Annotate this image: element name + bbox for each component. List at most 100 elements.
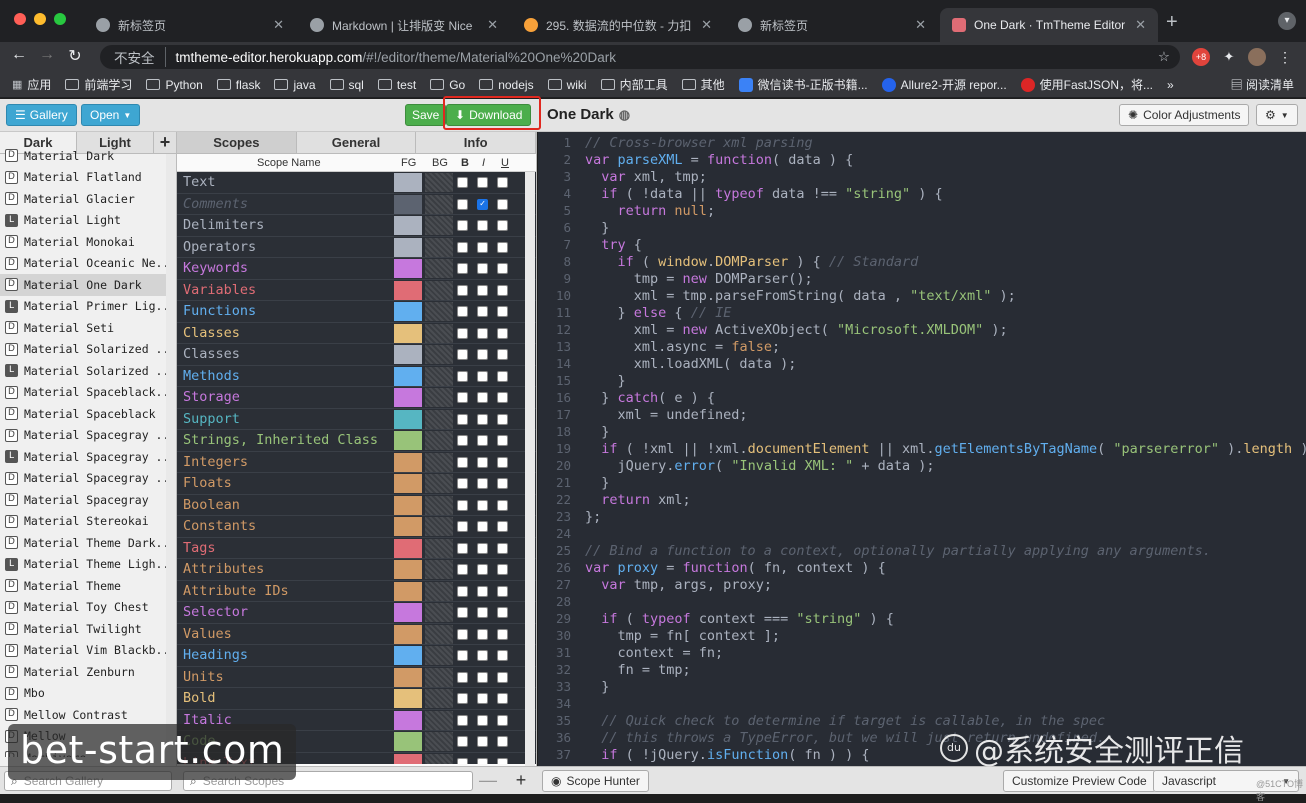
bookmark-folder[interactable]: Python — [146, 78, 203, 92]
fg-color-swatch[interactable] — [394, 345, 422, 364]
scope-name[interactable]: Functions — [183, 303, 256, 319]
underline-checkbox[interactable] — [497, 650, 508, 661]
bg-color-swatch[interactable] — [425, 280, 453, 300]
fg-color-swatch[interactable] — [394, 431, 422, 450]
underline-checkbox[interactable] — [497, 198, 508, 210]
tab-search-icon[interactable]: ▾ — [1278, 12, 1296, 30]
scope-row[interactable]: Methods — [177, 365, 536, 387]
gallery-item[interactable]: L Material Theme Ligh... — [0, 554, 176, 576]
bookmark-folder[interactable]: wiki — [547, 78, 587, 92]
gallery-item[interactable]: D Material Spaceblack — [0, 403, 176, 425]
bold-checkbox[interactable] — [457, 198, 468, 210]
scope-row[interactable]: Floats — [177, 473, 536, 495]
scope-name[interactable]: Values — [183, 626, 232, 642]
scope-row[interactable]: Units — [177, 666, 536, 688]
fg-color-swatch[interactable] — [394, 624, 422, 644]
fg-color-swatch[interactable] — [394, 603, 422, 622]
bookmark-folder[interactable]: java — [274, 78, 316, 92]
bookmark-apps[interactable]: ▦ 应用 — [12, 76, 51, 93]
bg-color-swatch[interactable] — [425, 710, 453, 730]
scope-row[interactable]: Tags — [177, 537, 536, 559]
italic-checkbox[interactable] — [477, 542, 488, 554]
gallery-item[interactable]: L Material Spacegray ... — [0, 446, 176, 468]
fg-color-swatch[interactable] — [394, 667, 422, 687]
scope-row[interactable]: Attributes — [177, 559, 536, 581]
close-tab-icon[interactable]: ✕ — [487, 17, 498, 33]
gallery-item[interactable]: D Material Solarized ... — [0, 339, 176, 361]
gallery-item[interactable]: D Material Monokai — [0, 231, 176, 253]
tab-scopes[interactable]: Scopes — [177, 132, 297, 153]
gallery-item[interactable]: D Material Spacegray — [0, 489, 176, 511]
bookmark-link[interactable]: 使用FastJSON，将... — [1020, 76, 1153, 93]
url-field[interactable]: 不安全 tmtheme-editor.herokuapp.com /#!/edi… — [100, 45, 1180, 69]
bg-color-swatch[interactable] — [425, 323, 453, 343]
italic-checkbox[interactable] — [477, 177, 488, 188]
scope-name[interactable]: Classes — [183, 325, 240, 341]
italic-checkbox[interactable] — [477, 607, 488, 618]
underline-checkbox[interactable] — [497, 714, 508, 726]
bg-color-swatch[interactable] — [425, 237, 453, 257]
scope-row[interactable]: Keywords — [177, 258, 536, 280]
scope-name[interactable]: Methods — [183, 368, 240, 384]
scope-row[interactable]: Comments ✓ — [177, 193, 536, 215]
bookmark-folder[interactable]: test — [377, 78, 416, 92]
fg-color-swatch[interactable] — [394, 689, 422, 708]
gallery-button[interactable]: ☰ Gallery — [6, 104, 77, 126]
bold-checkbox[interactable] — [457, 413, 468, 425]
italic-checkbox[interactable] — [477, 435, 488, 446]
scope-row[interactable]: Functions — [177, 301, 536, 323]
fg-color-swatch[interactable] — [394, 732, 422, 751]
underline-checkbox[interactable] — [497, 499, 508, 511]
bold-checkbox[interactable] — [457, 499, 468, 511]
bold-checkbox[interactable] — [457, 263, 468, 274]
bg-color-swatch[interactable] — [425, 560, 453, 579]
bold-checkbox[interactable] — [457, 628, 468, 640]
underline-checkbox[interactable] — [497, 263, 508, 274]
scope-name[interactable]: Comments — [183, 196, 248, 212]
underline-checkbox[interactable] — [497, 284, 508, 296]
italic-checkbox[interactable] — [477, 521, 488, 532]
gallery-item[interactable]: D Mellow Contrast — [0, 704, 176, 726]
gallery-item[interactable]: D Material Flatland — [0, 167, 176, 189]
bg-color-swatch[interactable] — [425, 388, 453, 407]
italic-checkbox[interactable] — [477, 327, 488, 339]
tab-general[interactable]: General — [297, 132, 417, 153]
scope-row[interactable]: Classes — [177, 322, 536, 344]
scope-name[interactable]: Text — [183, 174, 216, 190]
italic-checkbox[interactable] — [477, 478, 488, 489]
add-scope-button[interactable]: + — [510, 771, 532, 791]
bookmark-link[interactable]: Allure2-开源 repor... — [881, 76, 1007, 93]
bookmark-folder[interactable]: 内部工具 — [600, 76, 668, 93]
scope-row[interactable]: Headings — [177, 645, 536, 667]
bold-checkbox[interactable] — [457, 714, 468, 726]
underline-checkbox[interactable] — [497, 392, 508, 403]
browser-tab-active[interactable]: One Dark · TmTheme Editor ✕ — [940, 8, 1158, 42]
underline-checkbox[interactable] — [497, 327, 508, 339]
bg-color-swatch[interactable] — [425, 646, 453, 665]
scope-row[interactable]: Delimiters — [177, 215, 536, 237]
underline-checkbox[interactable] — [497, 628, 508, 640]
bold-checkbox[interactable] — [457, 177, 468, 188]
underline-checkbox[interactable] — [497, 521, 508, 532]
scope-name[interactable]: Classes — [183, 346, 240, 362]
fg-color-swatch[interactable] — [394, 409, 422, 429]
scope-name[interactable]: Headings — [183, 647, 248, 663]
gallery-item[interactable]: D Material Spacegray ... — [0, 425, 176, 447]
bold-checkbox[interactable] — [457, 585, 468, 597]
fg-color-swatch[interactable] — [394, 388, 422, 407]
italic-checkbox[interactable] — [477, 241, 488, 253]
scope-row[interactable]: Bold — [177, 688, 536, 710]
italic-checkbox[interactable] — [477, 736, 488, 747]
bold-checkbox[interactable] — [457, 284, 468, 296]
color-adjustments-button[interactable]: ✺ Color Adjustments — [1119, 104, 1250, 126]
gallery-item[interactable]: D Material Spaceblack... — [0, 382, 176, 404]
bookmark-folder[interactable]: 前端学习 — [65, 76, 132, 93]
fg-color-swatch[interactable] — [394, 753, 422, 764]
bg-color-swatch[interactable] — [425, 302, 453, 321]
scope-row[interactable]: Constants — [177, 516, 536, 538]
bg-color-swatch[interactable] — [425, 732, 453, 751]
bookmark-star-icon[interactable]: ☆ — [1158, 49, 1170, 65]
scope-row[interactable]: Text — [177, 172, 536, 194]
gallery-item[interactable]: D Mbo — [0, 683, 176, 705]
browser-menu-icon[interactable]: ⋮ — [1276, 48, 1294, 66]
